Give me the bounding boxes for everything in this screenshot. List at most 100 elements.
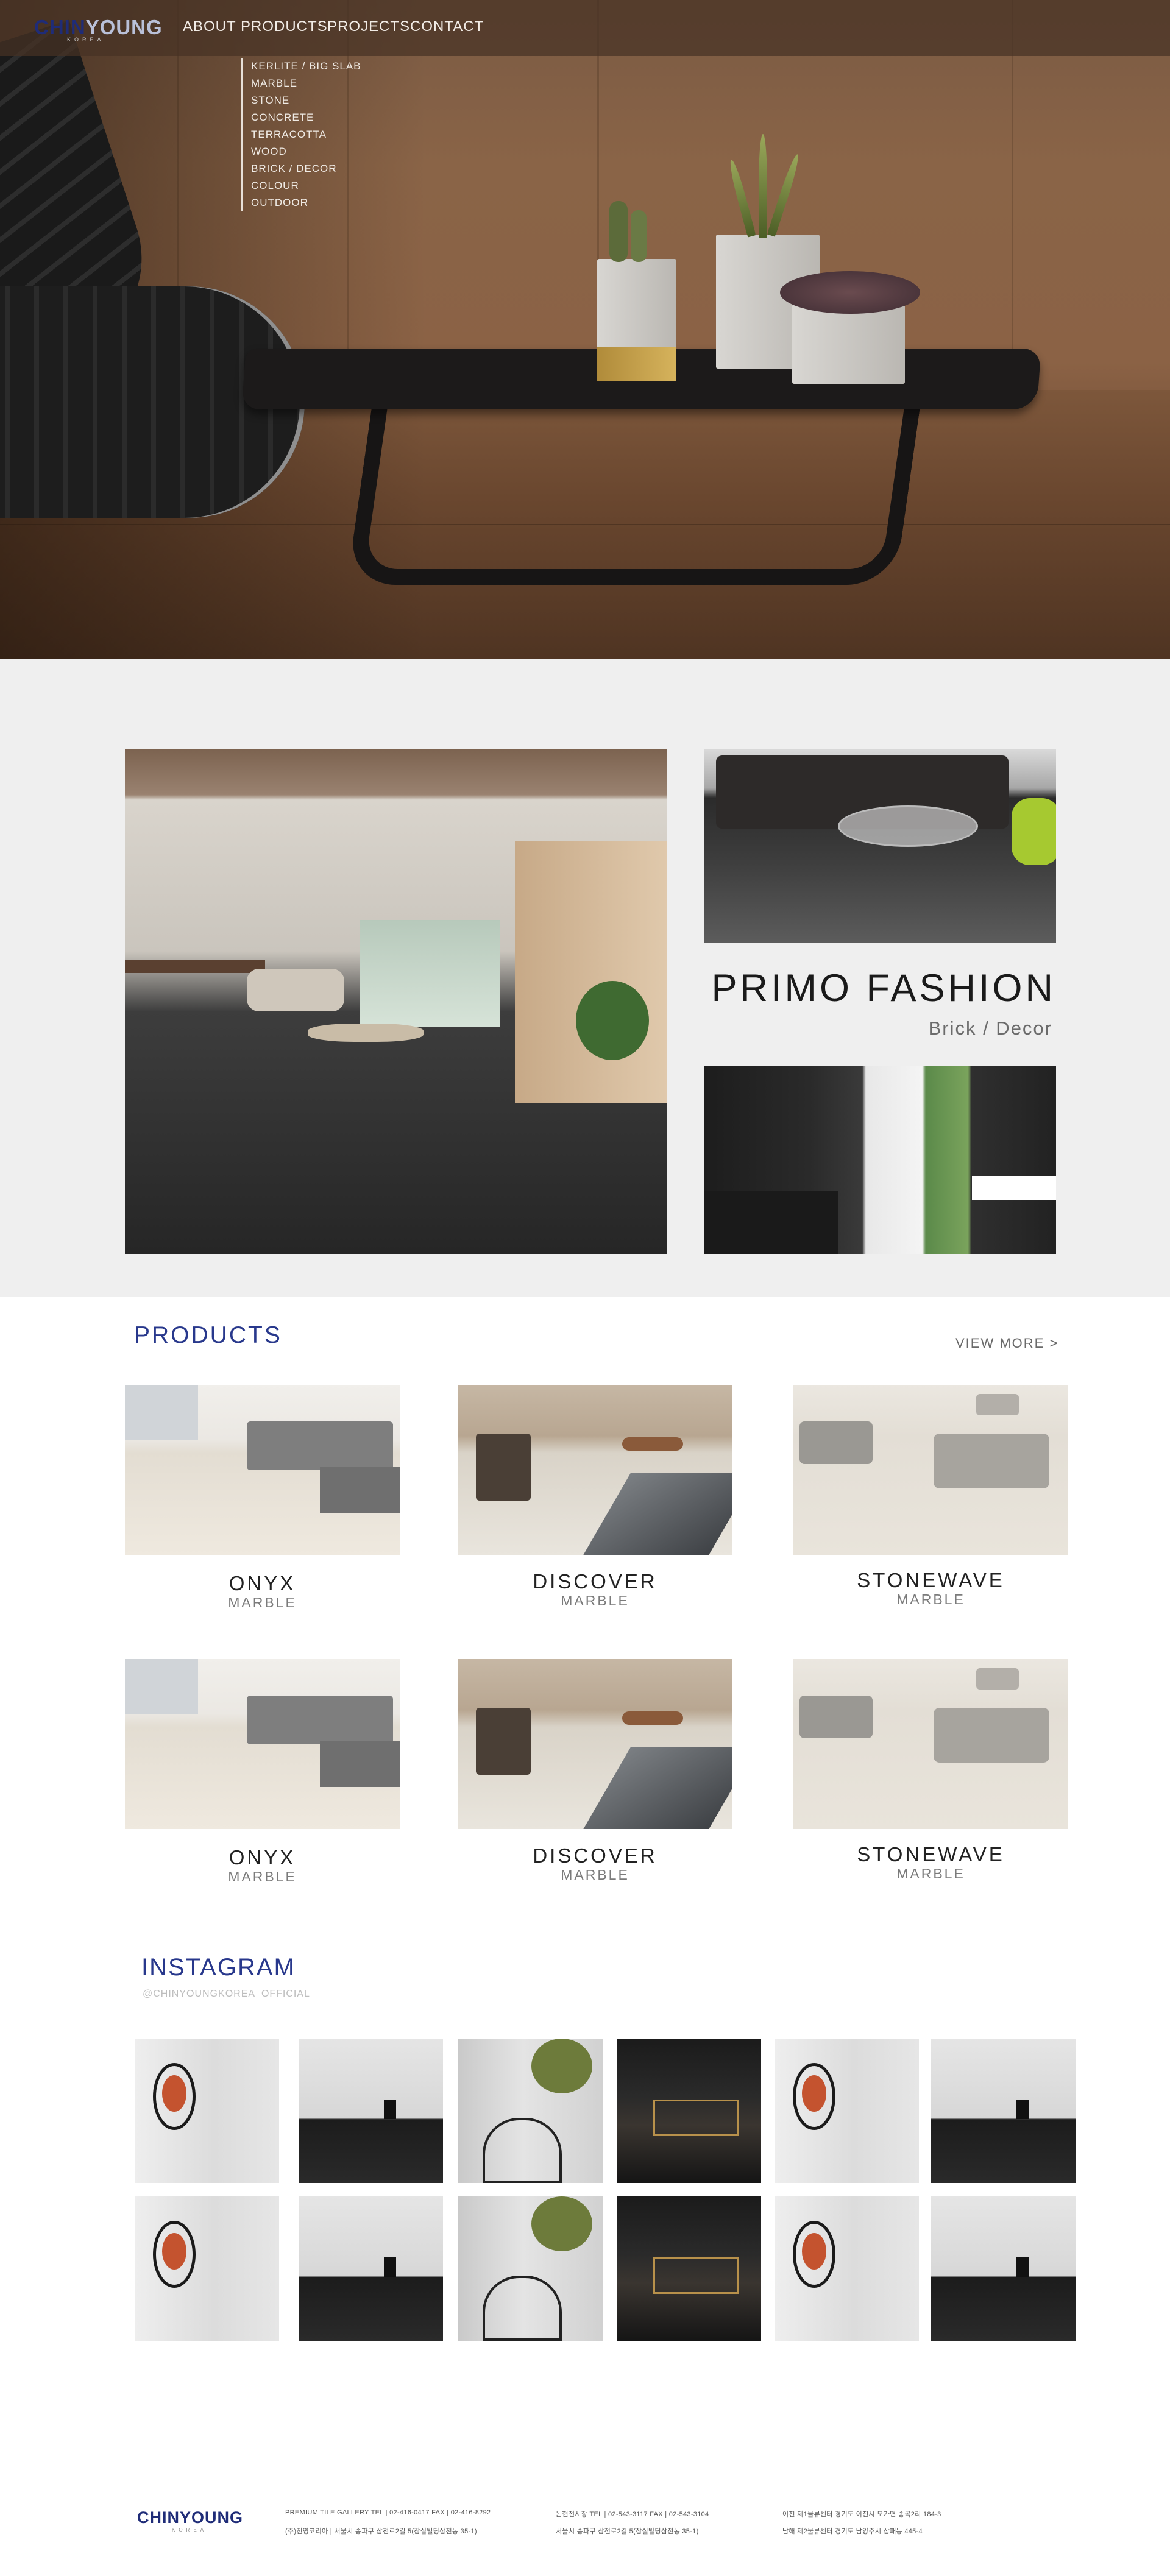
products-dropdown-menu: KERLITE / BIG SLAB MARBLE STONE CONCRETE… (241, 58, 361, 211)
product-image-discover[interactable] (458, 1659, 732, 1829)
site-logo[interactable]: CHINYOUNG (34, 16, 163, 39)
sink (653, 2257, 739, 2294)
product-image-onyx[interactable] (125, 1385, 400, 1555)
product-name[interactable]: STONEWAVE (793, 1569, 1068, 1592)
sofa (247, 1696, 393, 1744)
bench (934, 1434, 1049, 1488)
top-navigation-bar (0, 0, 1170, 56)
footer-company-address: (주)진영코리아 | 서울시 송파구 삼전로2길 5(잠실빌딩삼전동 35-1) (285, 2528, 477, 2535)
product-name[interactable]: DISCOVER (458, 1570, 732, 1593)
logo-part-2: YOUNG (85, 16, 163, 38)
instagram-post[interactable] (617, 2196, 761, 2341)
bench (800, 1696, 873, 1738)
logo-subtitle: KOREA (67, 37, 105, 43)
dropdown-item-kerlite[interactable]: KERLITE / BIG SLAB (251, 58, 361, 75)
decor-disc (802, 2075, 826, 2112)
vase (384, 2100, 396, 2119)
leaf (759, 134, 767, 238)
vanity (972, 1176, 1056, 1200)
sofa (247, 969, 344, 1011)
instagram-post[interactable] (299, 2196, 443, 2341)
instagram-handle[interactable]: @CHINYOUNGKOREA_OFFICIAL (143, 1989, 310, 2000)
dropdown-item-wood[interactable]: WOOD (251, 143, 361, 160)
dropdown-item-outdoor[interactable]: OUTDOOR (251, 194, 361, 211)
dropdown-item-terracotta[interactable]: TERRACOTTA (251, 126, 361, 143)
dropdown-item-brick-decor[interactable]: BRICK / DECOR (251, 160, 361, 177)
view-more-link[interactable]: VIEW MORE > (956, 1336, 1058, 1351)
product-category: MARBLE (561, 1867, 629, 1883)
instagram-post[interactable] (931, 2039, 1076, 2183)
glass-table (838, 805, 978, 847)
plant (531, 2039, 592, 2093)
footer-logo[interactable]: CHINYOUNG (137, 2508, 243, 2527)
nav-contact[interactable]: CONTACT (410, 18, 484, 35)
dropdown-item-stone[interactable]: STONE (251, 92, 361, 109)
pool (583, 1473, 732, 1555)
ottoman (622, 1437, 683, 1451)
hero-banner: CHINYOUNG KOREA ABOUT PRODUCTS PROJECTS … (0, 0, 1170, 659)
ottoman (622, 1711, 683, 1725)
instagram-post[interactable] (775, 2039, 919, 2183)
instagram-post[interactable] (458, 2196, 603, 2341)
sofa-chaise (320, 1467, 400, 1513)
product-image-stonewave[interactable] (793, 1385, 1068, 1555)
instagram-section-title: INSTAGRAM (141, 1954, 296, 1981)
product-name[interactable]: DISCOVER (458, 1844, 732, 1867)
instagram-post[interactable] (617, 2039, 761, 2183)
instagram-post[interactable] (458, 2039, 603, 2183)
nav-products[interactable]: PRODUCTS (241, 18, 328, 35)
plant (531, 2196, 592, 2251)
leaf (727, 158, 756, 238)
product-image-onyx[interactable] (125, 1659, 400, 1829)
product-name[interactable]: ONYX (125, 1846, 400, 1869)
curtain (515, 841, 667, 1103)
instagram-post[interactable] (931, 2196, 1076, 2341)
instagram-post[interactable] (135, 2039, 279, 2183)
sofa (247, 1421, 393, 1470)
product-name[interactable]: STONEWAVE (793, 1843, 1068, 1866)
leaf (767, 153, 802, 237)
dropdown-item-marble[interactable]: MARBLE (251, 75, 361, 92)
logo-part-1: CHIN (34, 16, 86, 38)
feature-sofa-image[interactable] (704, 749, 1056, 943)
succulent (780, 271, 920, 314)
product-image-discover[interactable] (458, 1385, 732, 1555)
product-category: MARBLE (896, 1591, 965, 1607)
dropdown-item-colour[interactable]: COLOUR (251, 177, 361, 194)
product-category: MARBLE (228, 1869, 297, 1884)
vase (1016, 2100, 1029, 2119)
bench (800, 1421, 873, 1464)
dropdown-item-concrete[interactable]: CONCRETE (251, 109, 361, 126)
instagram-post[interactable] (775, 2196, 919, 2341)
chair (476, 1708, 531, 1775)
footer-showroom-address: 서울시 송파구 삼전로2길 5(잠실빌딩삼전동 35-1) (556, 2528, 699, 2535)
instagram-post[interactable] (135, 2196, 279, 2341)
green-chair (1012, 798, 1056, 865)
window-view (125, 1385, 198, 1440)
bench (976, 1394, 1019, 1415)
footer-gallery-contact: PREMIUM TILE GALLERY TEL | 02-416-0417 F… (285, 2509, 491, 2516)
bench (976, 1668, 1019, 1690)
succulent-pot (792, 305, 905, 384)
product-image-stonewave[interactable] (793, 1659, 1068, 1829)
feature-main-image[interactable] (125, 749, 667, 1254)
feature-title: PRIMO FASHION (711, 967, 1056, 1010)
cactus (609, 201, 628, 262)
bench (934, 1708, 1049, 1763)
plant (576, 981, 649, 1060)
chair (476, 1434, 531, 1501)
wire-lamp (483, 2118, 562, 2183)
product-category: MARBLE (228, 1594, 297, 1610)
instagram-post[interactable] (299, 2039, 443, 2183)
feature-bathroom-image[interactable] (704, 1066, 1056, 1254)
nav-projects[interactable]: PROJECTS (327, 18, 410, 35)
nav-about[interactable]: ABOUT (183, 18, 236, 35)
decor-disc (802, 2233, 826, 2270)
products-section-title: PRODUCTS (134, 1322, 282, 1348)
product-name[interactable]: ONYX (125, 1572, 400, 1595)
round-table (308, 1024, 424, 1042)
vase (384, 2257, 396, 2277)
pool (583, 1747, 732, 1829)
wall-seam (1012, 0, 1013, 390)
coffee-table-leg (346, 402, 921, 585)
